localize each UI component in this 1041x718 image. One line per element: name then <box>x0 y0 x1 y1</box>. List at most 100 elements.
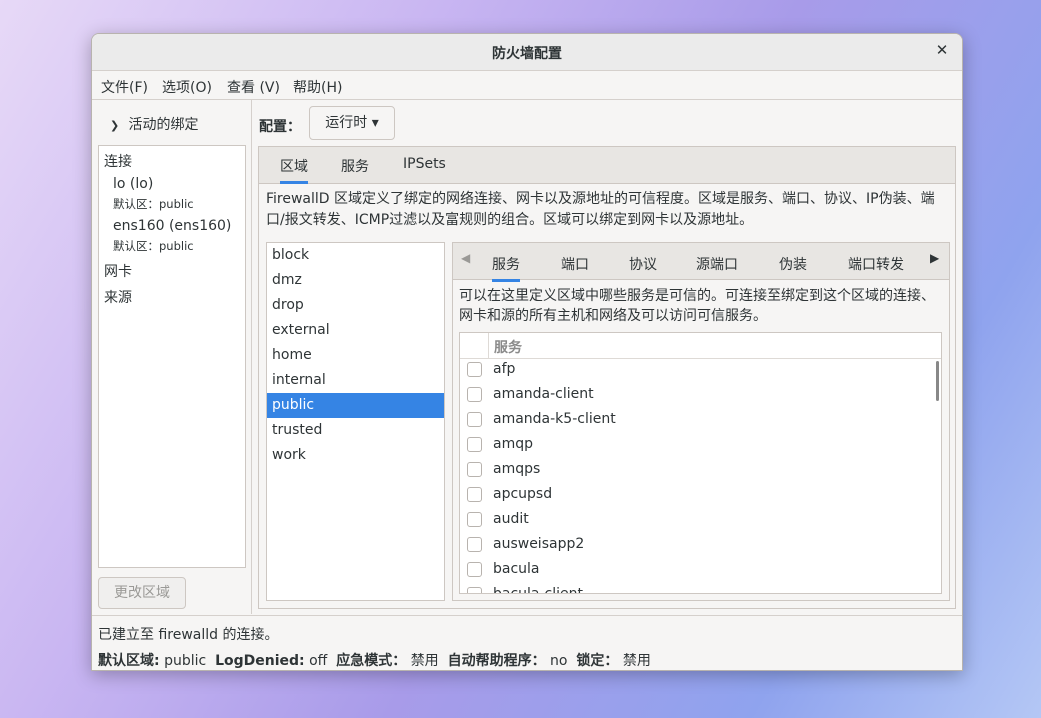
list-item: amanda-k5-client <box>460 408 930 433</box>
config-label: 配置： <box>259 119 301 135</box>
menu-options[interactable]: 选项(O) <box>162 77 212 97</box>
zone-item-work[interactable]: work <box>267 443 444 468</box>
zone-item-internal[interactable]: internal <box>267 368 444 393</box>
zone-item-home[interactable]: home <box>267 343 444 368</box>
subtab-source-ports[interactable]: 源端口 <box>696 254 738 274</box>
scroll-right-icon[interactable]: ▶ <box>930 251 939 265</box>
service-name: amanda-k5-client <box>493 411 616 427</box>
section-connections[interactable]: 连接 <box>104 151 132 171</box>
main-panel: 配置： 运行时 ▾ 区域 服务 IPSets FirewallD 区域定义了绑定… <box>252 100 962 614</box>
close-icon[interactable]: ✕ <box>934 41 950 59</box>
services-list-header: 服务 <box>460 333 941 359</box>
tab-zones[interactable]: 区域 <box>280 156 308 184</box>
service-checkbox[interactable] <box>467 587 482 593</box>
auto-helper-value: no <box>550 653 568 669</box>
connection-ens160-zone: 默认区：public <box>113 239 194 253</box>
section-sources[interactable]: 来源 <box>104 287 132 307</box>
service-checkbox[interactable] <box>467 487 482 502</box>
list-item: amanda-client <box>460 383 930 408</box>
service-checkbox[interactable] <box>467 562 482 577</box>
firewall-config-window: 防火墙配置 ✕ 文件(F) 选项(O) 查看 (V) 帮助(H) ❯ 活动的绑定… <box>91 33 963 671</box>
subtab-protocols[interactable]: 协议 <box>629 254 657 274</box>
dropdown-arrow-icon: ▾ <box>371 115 379 131</box>
expander-label: 活动的绑定 <box>128 117 199 133</box>
service-name: apcupsd <box>493 486 553 502</box>
service-checkbox[interactable] <box>467 362 482 377</box>
section-nic[interactable]: 网卡 <box>104 261 132 281</box>
list-item: afp <box>460 358 930 383</box>
logdenied-value: off <box>309 653 328 669</box>
active-bindings-expander[interactable]: ❯ 活动的绑定 <box>110 114 198 134</box>
main-tabs: 区域 服务 IPSets <box>259 147 955 184</box>
menu-file[interactable]: 文件(F) <box>101 77 148 97</box>
default-zone-value: public <box>164 653 207 669</box>
subtab-masquerade[interactable]: 伪装 <box>779 254 807 274</box>
subtab-ports[interactable]: 端口 <box>561 254 589 274</box>
panic-mode-label: 应急模式： <box>336 653 407 669</box>
config-dropdown[interactable]: 运行时 ▾ <box>309 106 395 140</box>
menubar: 文件(F) 选项(O) 查看 (V) 帮助(H) <box>92 71 962 100</box>
zone-list: block dmz drop external home internal pu… <box>266 242 445 601</box>
config-value: 运行时 <box>325 115 368 131</box>
list-item: amqp <box>460 433 930 458</box>
zone-item-external[interactable]: external <box>267 318 444 343</box>
subtab-port-forwarding[interactable]: 端口转发 <box>848 254 904 274</box>
list-item: apcupsd <box>460 483 930 508</box>
service-name: audit <box>493 511 529 527</box>
status-info: 默认区域: public LogDenied: off 应急模式： 禁用 自动帮… <box>98 650 651 670</box>
list-item: bacula-client <box>460 583 930 594</box>
statusbar: 已建立至 firewalld 的连接。 默认区域: public LogDeni… <box>92 615 962 670</box>
zone-subtabs: ◀ 服务 端口 协议 源端口 伪装 端口转发 ▶ <box>453 243 949 282</box>
window-title: 防火墙配置 <box>492 46 562 62</box>
titlebar: 防火墙配置 ✕ <box>92 34 962 71</box>
tab-services[interactable]: 服务 <box>341 156 369 176</box>
zone-item-drop[interactable]: drop <box>267 293 444 318</box>
service-name: amanda-client <box>493 386 594 402</box>
menu-view[interactable]: 查看 (V) <box>227 77 280 97</box>
scroll-left-icon[interactable]: ◀ <box>461 251 470 265</box>
chevron-down-icon: ❯ <box>110 119 120 132</box>
service-name: amqp <box>493 436 533 452</box>
services-description: 可以在这里定义区域中哪些服务是可信的。可连接至绑定到这个区域的连接、网卡和源的所… <box>459 288 935 324</box>
default-zone-label: 默认区域: <box>98 653 160 669</box>
service-checkbox[interactable] <box>467 537 482 552</box>
service-name: bacula-client <box>493 586 584 594</box>
subtab-services[interactable]: 服务 <box>492 254 520 282</box>
zone-description: FirewallD 区域定义了绑定的网络连接、网卡以及源地址的可信程度。区域是服… <box>266 191 935 228</box>
bindings-list: 连接 lo (lo) 默认区：public ens160 (ens160) 默认… <box>98 145 246 568</box>
auto-helper-label: 自动帮助程序： <box>447 653 546 669</box>
service-checkbox[interactable] <box>467 387 482 402</box>
service-name: afp <box>493 361 516 377</box>
connection-lo-zone: 默认区：public <box>113 197 194 211</box>
services-list: 服务 afp amanda-client amanda-k5-client am… <box>459 332 942 594</box>
zone-item-block[interactable]: block <box>267 243 444 268</box>
service-name: amqps <box>493 461 541 477</box>
lockdown-value: 禁用 <box>622 653 651 669</box>
services-column-header[interactable]: 服务 <box>494 337 522 357</box>
sidebar: ❯ 活动的绑定 连接 lo (lo) 默认区：public ens160 (en… <box>92 100 252 614</box>
service-checkbox[interactable] <box>467 512 482 527</box>
tab-ipsets[interactable]: IPSets <box>403 156 446 172</box>
panic-mode-value: 禁用 <box>410 653 439 669</box>
connection-status: 已建立至 firewalld 的连接。 <box>98 627 279 643</box>
zone-settings-panel: ◀ 服务 端口 协议 源端口 伪装 端口转发 ▶ 可以在这里定义区域中哪些服务是… <box>452 242 950 601</box>
list-item: amqps <box>460 458 930 483</box>
menu-help[interactable]: 帮助(H) <box>293 77 342 97</box>
zone-item-trusted[interactable]: trusted <box>267 418 444 443</box>
main-tab-panel: 区域 服务 IPSets FirewallD 区域定义了绑定的网络连接、网卡以及… <box>258 146 956 609</box>
list-item: ausweisapp2 <box>460 533 930 558</box>
zone-item-public[interactable]: public <box>267 393 444 418</box>
lockdown-label: 锁定： <box>576 653 619 669</box>
service-checkbox[interactable] <box>467 437 482 452</box>
service-name: bacula <box>493 561 540 577</box>
connection-lo[interactable]: lo (lo) <box>113 176 153 192</box>
service-checkbox[interactable] <box>467 462 482 477</box>
service-checkbox[interactable] <box>467 412 482 427</box>
change-zone-button[interactable]: 更改区域 <box>98 577 186 609</box>
connection-ens160[interactable]: ens160 (ens160) <box>113 218 231 234</box>
services-scrollbar[interactable] <box>936 361 939 401</box>
zone-item-dmz[interactable]: dmz <box>267 268 444 293</box>
service-name: ausweisapp2 <box>493 536 585 552</box>
list-item: bacula <box>460 558 930 583</box>
list-item: audit <box>460 508 930 533</box>
